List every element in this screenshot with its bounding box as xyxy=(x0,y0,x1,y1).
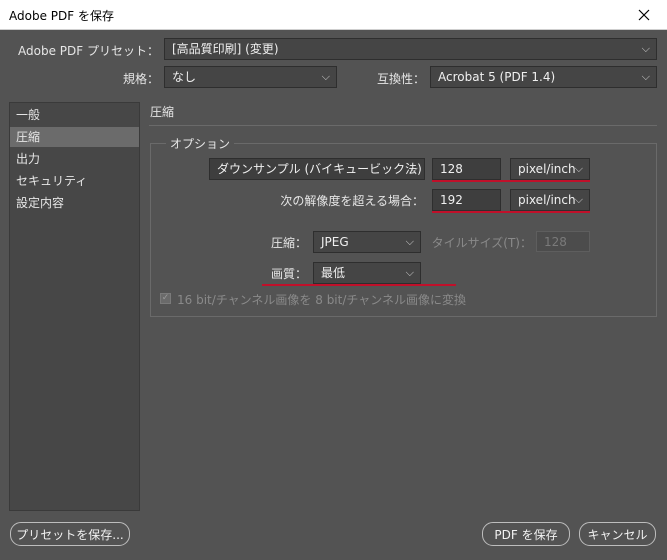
compat-select[interactable]: Acrobat 5 (PDF 1.4) ⌵ xyxy=(430,66,657,88)
sidebar-item-output[interactable]: 出力 xyxy=(10,149,139,169)
quality-value: 最低 xyxy=(321,266,346,280)
sidebar-item-compression[interactable]: 圧縮 xyxy=(10,127,139,147)
category-sidebar: 一般 圧縮 出力 セキュリティ 設定内容 xyxy=(9,102,140,511)
resolution-unit-select[interactable]: pixel/inch ⌵ xyxy=(510,158,590,180)
preset-select[interactable]: [高品質印刷] (変更) ⌵ xyxy=(164,38,657,60)
tile-size-value: 128 xyxy=(544,235,567,249)
sidebar-item-general[interactable]: 一般 xyxy=(10,105,139,125)
convert-16bit-checkbox[interactable]: ✓ xyxy=(160,293,171,304)
window-title: Adobe PDF を保存 xyxy=(9,9,114,23)
tile-size-label: タイルサイズ(T)： xyxy=(431,236,532,250)
section-divider xyxy=(149,125,657,126)
options-group-label: オプション xyxy=(166,135,235,152)
quality-select[interactable]: 最低 ⌵ xyxy=(313,262,421,284)
tile-size-input[interactable]: 128 xyxy=(536,231,590,252)
standard-value: なし xyxy=(172,70,197,84)
chevron-down-icon: ⌵ xyxy=(405,235,414,248)
standard-select[interactable]: なし ⌵ xyxy=(164,66,337,88)
downsample-select[interactable]: ダウンサンプル (バイキュービック法) ⌵ xyxy=(209,158,425,180)
close-icon xyxy=(638,9,650,21)
resolution-unit: pixel/inch xyxy=(518,162,576,176)
resolution-input[interactable]: 128 xyxy=(432,158,501,180)
compat-label: 互換性： xyxy=(376,72,425,86)
downsample-value: ダウンサンプル (バイキュービック法) xyxy=(217,162,422,176)
compression-select[interactable]: JPEG ⌵ xyxy=(313,231,421,253)
chevron-down-icon: ⌵ xyxy=(641,70,650,83)
compat-value: Acrobat 5 (PDF 1.4) xyxy=(438,70,556,84)
annotation-underline xyxy=(262,284,456,286)
checkmark-icon: ✓ xyxy=(161,293,170,303)
chevron-down-icon: ⌵ xyxy=(641,42,650,55)
threshold-unit: pixel/inch xyxy=(518,193,576,207)
convert-16bit-label: 16 bit/チャンネル画像を 8 bit/チャンネル画像に変換 xyxy=(177,293,467,307)
standard-label: 規格： xyxy=(122,72,159,86)
threshold-input[interactable]: 192 xyxy=(432,189,501,211)
quality-label: 画質： xyxy=(270,267,307,281)
sidebar-item-security[interactable]: セキュリティ xyxy=(10,171,139,191)
close-button[interactable] xyxy=(621,0,667,30)
chevron-down-icon: ⌵ xyxy=(321,70,330,83)
resolution-value: 128 xyxy=(440,162,463,176)
compression-value: JPEG xyxy=(321,235,349,249)
annotation-underline xyxy=(432,211,590,213)
title-bar: Adobe PDF を保存 xyxy=(0,0,667,30)
annotation-underline xyxy=(432,180,590,182)
preset-value: [高品質印刷] (変更) xyxy=(172,42,279,56)
chevron-down-icon: ⌵ xyxy=(574,162,583,175)
threshold-label: 次の解像度を超える場合： xyxy=(280,194,424,208)
sidebar-item-summary[interactable]: 設定内容 xyxy=(10,193,139,213)
preset-label: Adobe PDF プリセット： xyxy=(18,44,159,58)
save-preset-button[interactable]: プリセットを保存... xyxy=(10,522,130,546)
chevron-down-icon: ⌵ xyxy=(405,266,414,279)
compression-label: 圧縮： xyxy=(270,236,307,250)
section-title: 圧縮 xyxy=(150,105,175,119)
chevron-down-icon: ⌵ xyxy=(574,193,583,206)
threshold-unit-select[interactable]: pixel/inch ⌵ xyxy=(510,189,590,211)
chevron-down-icon: ⌵ xyxy=(409,162,418,175)
threshold-value: 192 xyxy=(440,193,463,207)
save-pdf-button[interactable]: PDF を保存 xyxy=(482,522,570,546)
cancel-button[interactable]: キャンセル xyxy=(579,522,656,546)
